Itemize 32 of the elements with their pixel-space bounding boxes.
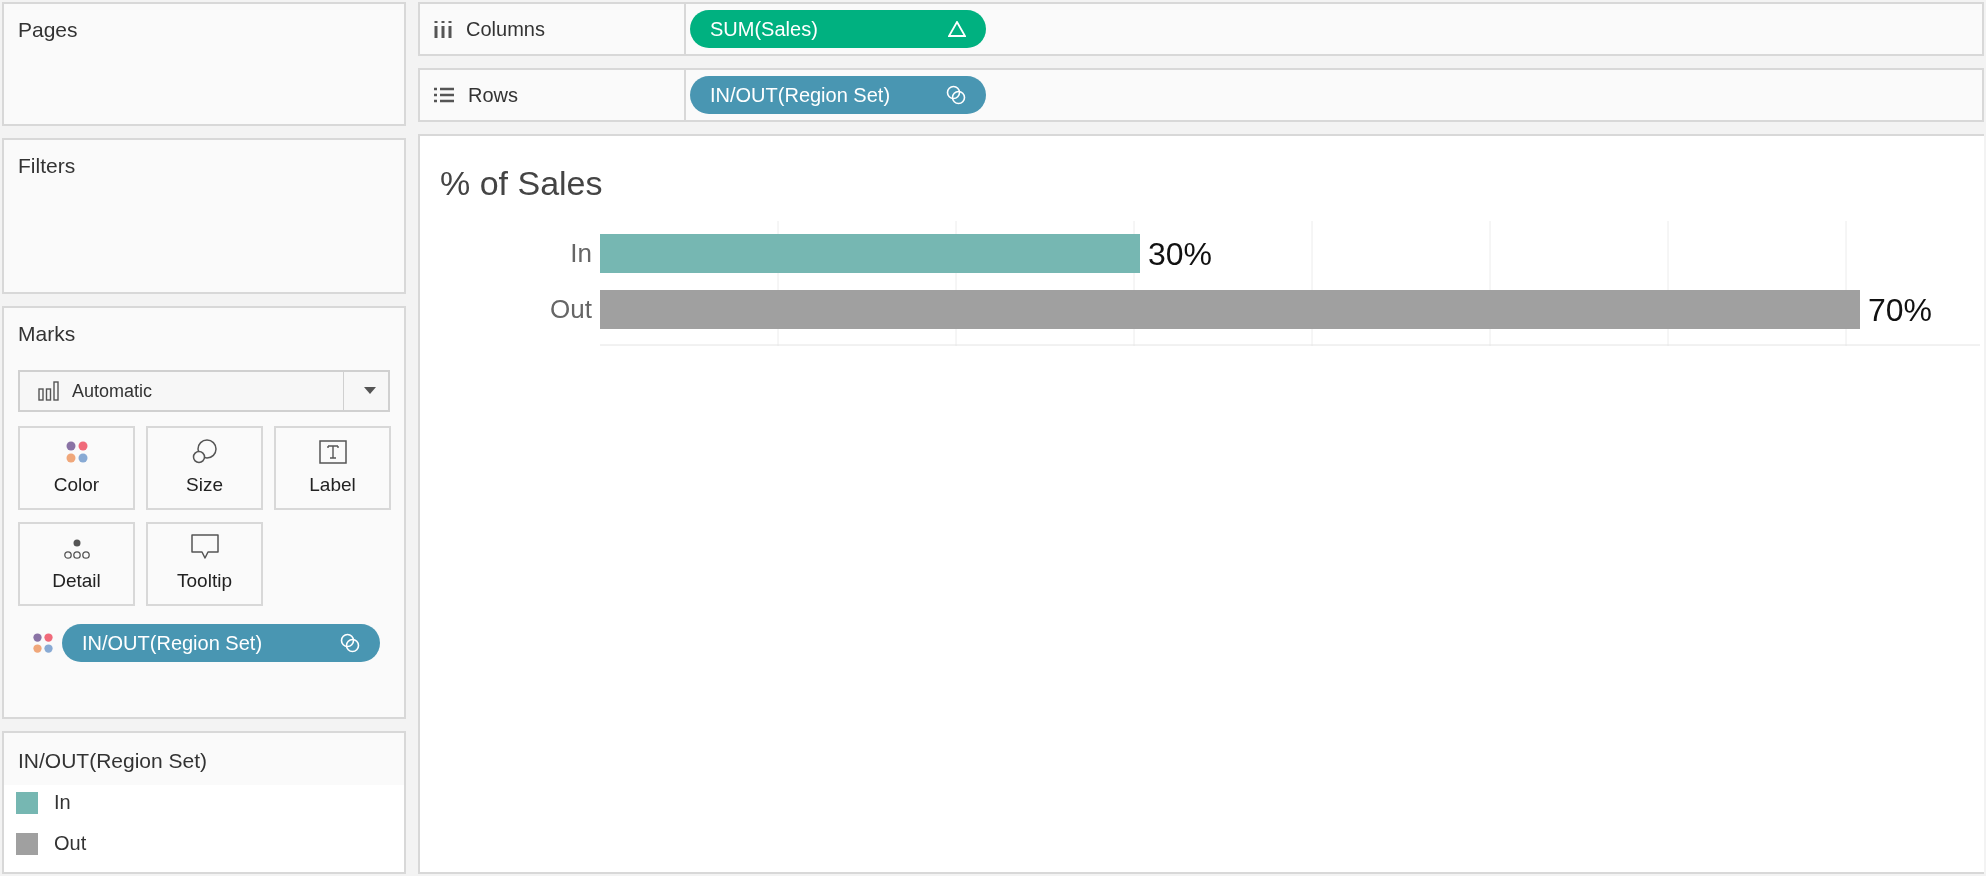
shelf-label: Rows [468,83,518,107]
set-icon [946,85,966,105]
shelf-label: Columns [466,17,545,41]
panel-title: Marks [18,322,77,346]
marks-card-button[interactable]: Tooltip [146,522,263,606]
legend-label: In [54,791,71,814]
color-dots-icon [32,632,54,654]
panel-title: Pages [18,18,79,42]
value-label: 30% [1148,236,1213,272]
legend-label: Out [54,832,87,855]
columns-icon [434,20,452,38]
marks-card-button[interactable]: Detail [18,522,135,606]
rows-icon [434,87,454,103]
marks-card-button[interactable]: Size [146,426,263,510]
caret-icon [364,387,376,395]
panel-title: Filters [18,154,77,178]
dots-icon [62,538,91,560]
chart-title: % of Sales [440,164,604,203]
set-icon [340,633,360,653]
category-label: In [570,238,592,268]
mark-type-dropdown[interactable]: Automatic [18,370,390,412]
text-label-icon [318,440,347,464]
marks-card-button[interactable]: Color [18,426,135,510]
color-dots-icon [64,440,89,464]
category-label: Out [550,294,592,324]
legend-title: IN/OUT(Region Set) [17,748,209,774]
marks-card-button[interactable]: Label [274,426,391,510]
value-label: 70% [1868,292,1933,328]
speech-bubble-icon [190,534,219,560]
circles-icon [191,438,218,464]
bar-chart-icon [38,381,60,401]
triangle-icon [948,21,966,37]
